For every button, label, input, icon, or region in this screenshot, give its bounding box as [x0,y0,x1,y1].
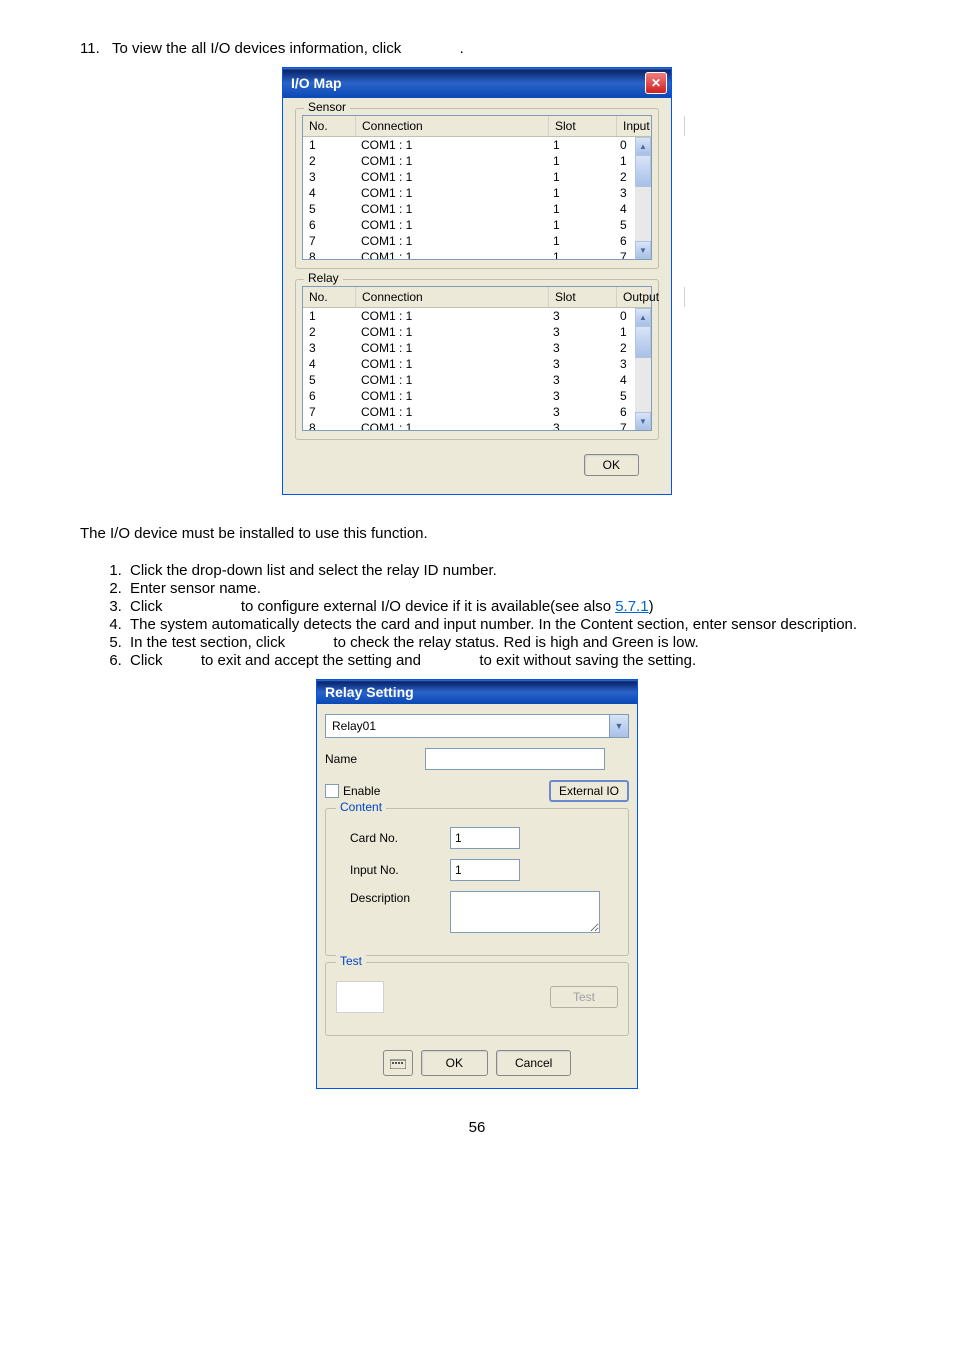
relay-group: Relay No. Connection Slot Output 1COM1 :… [295,279,659,440]
checkbox-icon[interactable] [325,784,339,798]
test-group: Test Test [325,962,629,1036]
step-3: Click to configure external I/O device i… [126,598,874,615]
table-row[interactable]: 1COM1 : 110 [303,137,651,153]
test-button[interactable]: Test [550,986,618,1008]
close-icon[interactable]: ✕ [645,72,667,94]
relay-setting-dialog: Relay Setting Relay01 ▼ Name Enable Exte… [316,679,638,1089]
page-number: 56 [80,1119,874,1136]
keyboard-icon-button[interactable] [383,1050,413,1076]
test-group-label: Test [336,954,366,968]
step-4: The system automatically detects the car… [126,616,874,633]
table-row[interactable]: 7COM1 : 116 [303,233,651,249]
io-map-title: I/O Map [291,75,342,91]
step-11-text: To view the all I/O devices information,… [112,40,401,57]
table-row[interactable]: 6COM1 : 115 [303,217,651,233]
input-no-label: Input No. [334,863,450,877]
relay-cancel-button[interactable]: Cancel [496,1050,571,1076]
chevron-down-icon[interactable]: ▼ [609,715,628,737]
step-11-trailing: . [460,40,464,57]
sensor-list-header: No. Connection Slot Input [303,116,651,137]
table-row[interactable]: 6COM1 : 135 [303,388,651,404]
scroll-up-icon[interactable]: ▲ [635,137,651,155]
scroll-down-icon[interactable]: ▼ [635,412,651,430]
status-swatch [336,981,384,1013]
relay-select-value: Relay01 [332,719,376,733]
relay-list[interactable]: No. Connection Slot Output 1COM1 : 1302C… [302,286,652,431]
table-row[interactable]: 2COM1 : 111 [303,153,651,169]
name-input[interactable] [425,748,605,770]
step-11-num: 11. [80,40,100,57]
input-no-input[interactable] [450,859,520,881]
scroll-down-icon[interactable]: ▼ [635,241,651,259]
sensor-group: Sensor No. Connection Slot Input 1COM1 :… [295,108,659,269]
description-input[interactable] [450,891,600,933]
scroll-thumb[interactable] [635,326,651,358]
relay-select[interactable]: Relay01 ▼ [325,714,629,738]
name-label: Name [321,752,425,766]
description-label: Description [334,891,450,905]
table-row[interactable]: 4COM1 : 113 [303,185,651,201]
table-row[interactable]: 5COM1 : 114 [303,201,651,217]
content-group: Content Card No. Input No. Description [325,808,629,956]
io-map-ok-button[interactable]: OK [584,454,639,476]
table-row[interactable]: 3COM1 : 112 [303,169,651,185]
table-row[interactable]: 8COM1 : 117 [303,249,651,259]
link-5-7-1[interactable]: 5.7.1 [615,598,648,615]
io-map-titlebar[interactable]: I/O Map ✕ [283,68,671,98]
relay-ok-button[interactable]: OK [421,1050,488,1076]
step-5: In the test section, click to check the … [126,634,874,651]
relay-scrollbar[interactable]: ▲ ▼ [635,308,651,430]
step-2: Enter sensor name. [126,580,874,597]
sensor-group-label: Sensor [304,100,350,114]
table-row[interactable]: 5COM1 : 134 [303,372,651,388]
sensor-scrollbar[interactable]: ▲ ▼ [635,137,651,259]
card-no-input[interactable] [450,827,520,849]
relay-list-header: No. Connection Slot Output [303,287,651,308]
table-row[interactable]: 3COM1 : 132 [303,340,651,356]
relay-title: Relay Setting [325,684,414,700]
sensor-list[interactable]: No. Connection Slot Input 1COM1 : 1102CO… [302,115,652,260]
external-io-button[interactable]: External IO [549,780,629,802]
content-group-label: Content [336,800,386,814]
table-row[interactable]: 2COM1 : 131 [303,324,651,340]
card-no-label: Card No. [334,831,450,845]
table-row[interactable]: 7COM1 : 136 [303,404,651,420]
body-paragraph: The I/O device must be installed to use … [80,525,874,542]
table-row[interactable]: 8COM1 : 137 [303,420,651,430]
relay-titlebar[interactable]: Relay Setting [317,680,637,704]
relay-group-label: Relay [304,271,343,285]
table-row[interactable]: 1COM1 : 130 [303,308,651,324]
enable-label: Enable [343,784,380,798]
step-11: 11. To view the all I/O devices informat… [80,40,874,57]
step-6: Click to exit and accept the setting and… [126,652,874,669]
step-1: Click the drop-down list and select the … [126,562,874,579]
scroll-thumb[interactable] [635,155,651,187]
enable-checkbox[interactable]: Enable [325,784,380,799]
keyboard-icon [390,1057,406,1069]
io-map-dialog: I/O Map ✕ Sensor No. Connection Slot Inp… [282,67,672,495]
table-row[interactable]: 4COM1 : 133 [303,356,651,372]
scroll-up-icon[interactable]: ▲ [635,308,651,326]
